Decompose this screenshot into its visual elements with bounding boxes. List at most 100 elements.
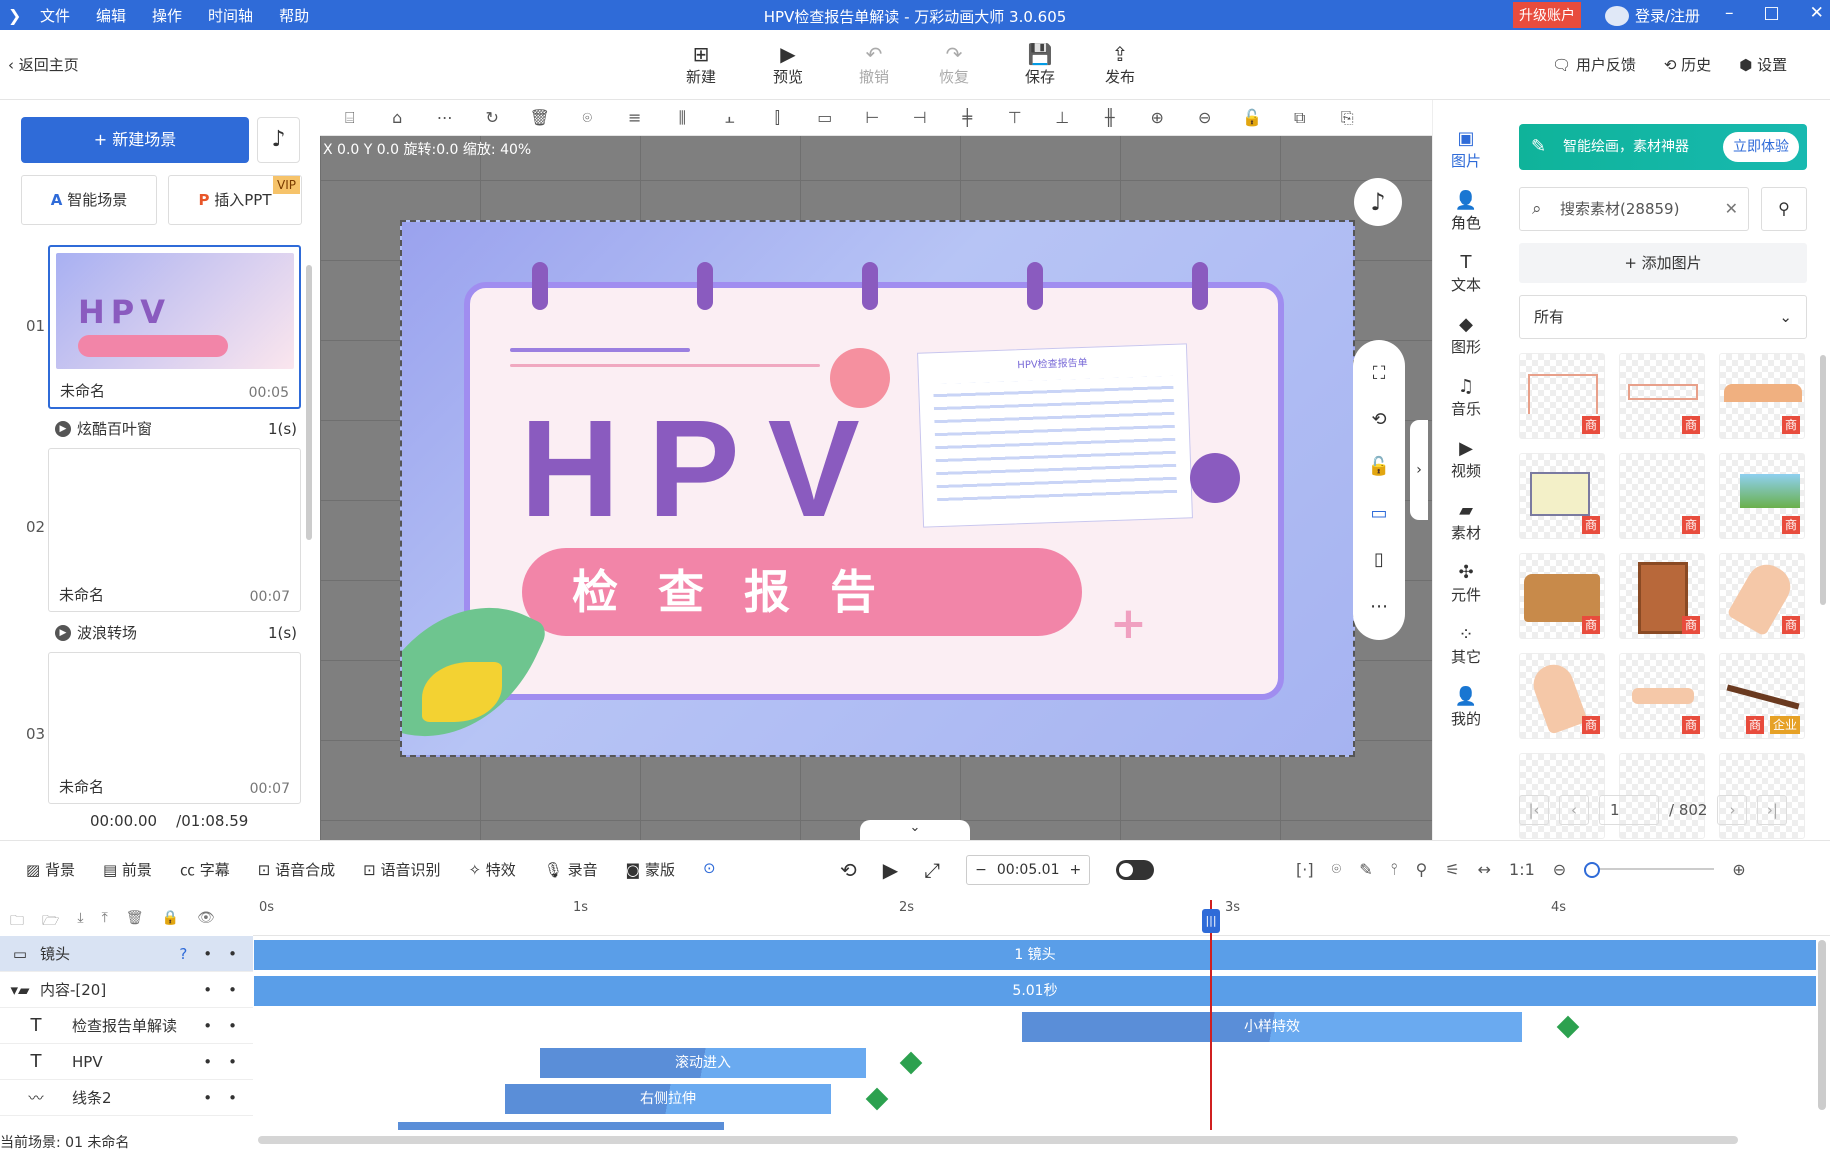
bracket-tool-icon[interactable]: [·] xyxy=(1296,860,1314,879)
background-tool[interactable]: ▨ 背景 xyxy=(26,859,75,880)
layer-dot[interactable]: • xyxy=(203,1017,212,1035)
partial-track[interactable] xyxy=(398,1122,724,1130)
add-image-button[interactable]: + 添加图片 xyxy=(1519,243,1807,283)
camera-rotate-icon[interactable]: ⟲ xyxy=(1371,409,1386,430)
foreground-tool[interactable]: ▤ 前景 xyxy=(103,859,152,880)
minimize-button[interactable]: – xyxy=(1725,3,1734,23)
more-tools-icon[interactable]: ⊙ xyxy=(703,859,716,880)
asset-thumb[interactable]: 商 xyxy=(1619,453,1705,539)
hpv-title[interactable]: HPV xyxy=(520,390,888,549)
zoom-in-icon[interactable]: ⊕ xyxy=(1732,860,1745,879)
add-folder-icon[interactable]: 🗀 xyxy=(10,910,24,934)
unlock-icon[interactable]: 🔓 xyxy=(1229,108,1277,127)
lock-all-icon[interactable]: 🔒 xyxy=(162,910,179,934)
upgrade-account-button[interactable]: 升级账户 xyxy=(1513,2,1581,28)
category-select[interactable]: 所有 ⌄ xyxy=(1519,295,1807,339)
layer-row[interactable]: T 检查报告单解读 • • xyxy=(0,1008,253,1044)
lock-icon[interactable]: 🔓 xyxy=(1368,456,1390,477)
add-keyframe-icon[interactable] xyxy=(865,1087,889,1111)
asset-thumb[interactable]: 商 xyxy=(1519,453,1605,539)
edit-icon[interactable]: ✎ xyxy=(1359,860,1372,879)
nav-images[interactable]: ▣ 图片 xyxy=(1433,128,1499,171)
zoom-out-icon[interactable]: ⊖ xyxy=(1553,860,1566,879)
play-icon[interactable]: ▶ xyxy=(883,858,898,882)
scene-card-2[interactable]: 未命名 00:07 xyxy=(48,448,301,612)
effects-tool[interactable]: ✧ 特效 xyxy=(468,859,515,880)
settings-link[interactable]: ⬢ 设置 xyxy=(1739,54,1787,75)
new-button[interactable]: ⊞ 新建 xyxy=(671,42,731,87)
zoom-in-icon[interactable]: ⊕ xyxy=(1134,108,1182,127)
new-scene-button[interactable]: + 新建场景 xyxy=(21,117,249,163)
zoom-slider[interactable] xyxy=(1584,862,1715,878)
maximize-button[interactable]: □ xyxy=(1764,3,1780,23)
new-folder-icon[interactable]: 🗁 xyxy=(42,910,59,934)
ai-drawing-banner[interactable]: ✎ 智能绘画，素材神器 立即体验 xyxy=(1519,124,1807,170)
paste-icon[interactable]: ⎘ xyxy=(1324,108,1372,128)
close-button[interactable]: ✕ xyxy=(1810,3,1824,23)
nav-music[interactable]: ♫ 音乐 xyxy=(1433,376,1499,419)
asset-search-input[interactable]: ⌕ 搜索素材(28859) ✕ xyxy=(1519,187,1749,231)
fullscreen-icon[interactable]: ⤢ xyxy=(924,858,940,882)
asset-thumb[interactable]: 商 xyxy=(1519,653,1605,739)
align-middle-icon[interactable]: ⫼ xyxy=(659,108,707,128)
snapshot-icon[interactable]: ⌾ xyxy=(564,108,612,128)
layer-row[interactable]: T HPV • • xyxy=(0,1044,253,1080)
move-down-icon[interactable]: ⤓ xyxy=(77,910,83,934)
page-input[interactable]: 1 xyxy=(1599,795,1659,825)
layer-row[interactable]: ▾▰ 内容-[20] • • xyxy=(0,972,253,1008)
layer-row[interactable]: ▭ 镜头? • • xyxy=(0,936,253,972)
layer-dot[interactable]: • xyxy=(228,981,237,999)
camera-icon[interactable]: ⌾ xyxy=(1332,859,1342,879)
asset-thumb[interactable]: 商 xyxy=(1719,553,1805,639)
timeline-hscroll[interactable] xyxy=(258,1136,1738,1144)
panel-expand-icon[interactable]: › xyxy=(1410,420,1428,520)
asset-thumb[interactable]: 商企业 xyxy=(1719,653,1805,739)
content-track[interactable]: 5.01秒 xyxy=(254,976,1816,1006)
next-page-button[interactable]: › xyxy=(1717,795,1748,825)
subtitle-tool[interactable]: ㏄ 字幕 xyxy=(180,859,230,880)
music-note-icon[interactable]: ♪ xyxy=(257,117,300,163)
funnel-icon[interactable]: ⚲ xyxy=(1416,860,1428,879)
publish-button[interactable]: ⇪ 发布 xyxy=(1090,42,1150,87)
align-left-icon[interactable]: ⊢ xyxy=(849,108,897,127)
asset-thumb[interactable]: 商 xyxy=(1619,553,1705,639)
stage-scene[interactable]: HPV 检查报告 HPV检查报告单 + xyxy=(400,220,1355,757)
prev-page-button[interactable]: ‹ xyxy=(1559,795,1589,825)
collapse-chevron-icon[interactable]: ⌄ xyxy=(860,820,970,840)
minus-icon[interactable]: − xyxy=(975,862,987,878)
login-button[interactable]: 登录/注册 xyxy=(1605,5,1700,26)
nav-other[interactable]: ⁘ 其它 xyxy=(1433,624,1499,667)
scroll-in-track[interactable]: 滚动进入 xyxy=(540,1048,866,1078)
one-to-one-icon[interactable]: 1:1 xyxy=(1509,860,1535,879)
nav-text[interactable]: T 文本 xyxy=(1433,252,1499,295)
monitor-icon[interactable]: ▭ xyxy=(1370,503,1387,524)
align-center-icon[interactable]: ╪ xyxy=(944,108,992,127)
align-right-icon[interactable]: ⊣ xyxy=(896,108,944,127)
asset-thumb[interactable]: 商 xyxy=(1619,353,1705,439)
nav-characters[interactable]: 👤 角色 xyxy=(1433,190,1499,233)
timeline-vscroll[interactable] xyxy=(1818,940,1826,1110)
distribute-v-icon[interactable]: ▭ xyxy=(801,108,849,127)
split-icon[interactable]: ⫯ xyxy=(1391,859,1398,879)
sliders-icon[interactable]: ⚟ xyxy=(1445,860,1459,879)
asset-thumb[interactable]: 商 xyxy=(1519,553,1605,639)
fit-width-icon[interactable]: ↔ xyxy=(1478,860,1491,879)
filter-icon[interactable]: ⚲ xyxy=(1761,187,1807,231)
music-fab-icon[interactable]: ♪ xyxy=(1354,178,1402,226)
nav-materials[interactable]: ▰ 素材 xyxy=(1433,500,1499,543)
asset-thumb[interactable]: 商 xyxy=(1619,653,1705,739)
plus-icon[interactable]: + xyxy=(1070,862,1082,878)
playhead[interactable] xyxy=(1210,900,1212,1130)
layer-dot[interactable]: • xyxy=(228,1089,237,1107)
layer-dot[interactable]: • xyxy=(203,945,212,963)
delete-icon[interactable]: 🗑 xyxy=(516,108,564,127)
first-page-button[interactable]: |‹ xyxy=(1519,795,1549,825)
eye-icon[interactable]: 👁 xyxy=(197,910,215,934)
layer-row[interactable]: 〰 线条2 • • xyxy=(0,1080,253,1116)
stretch-track[interactable]: 右侧拉伸 xyxy=(505,1084,831,1114)
preview-button[interactable]: ▶ 预览 xyxy=(758,42,818,87)
distribute-h-icon[interactable]: ⫿ xyxy=(754,108,802,128)
layer-dot[interactable]: • xyxy=(203,981,212,999)
record-tool[interactable]: 🎙 录音 xyxy=(544,859,598,880)
try-now-button[interactable]: 立即体验 xyxy=(1723,132,1799,162)
